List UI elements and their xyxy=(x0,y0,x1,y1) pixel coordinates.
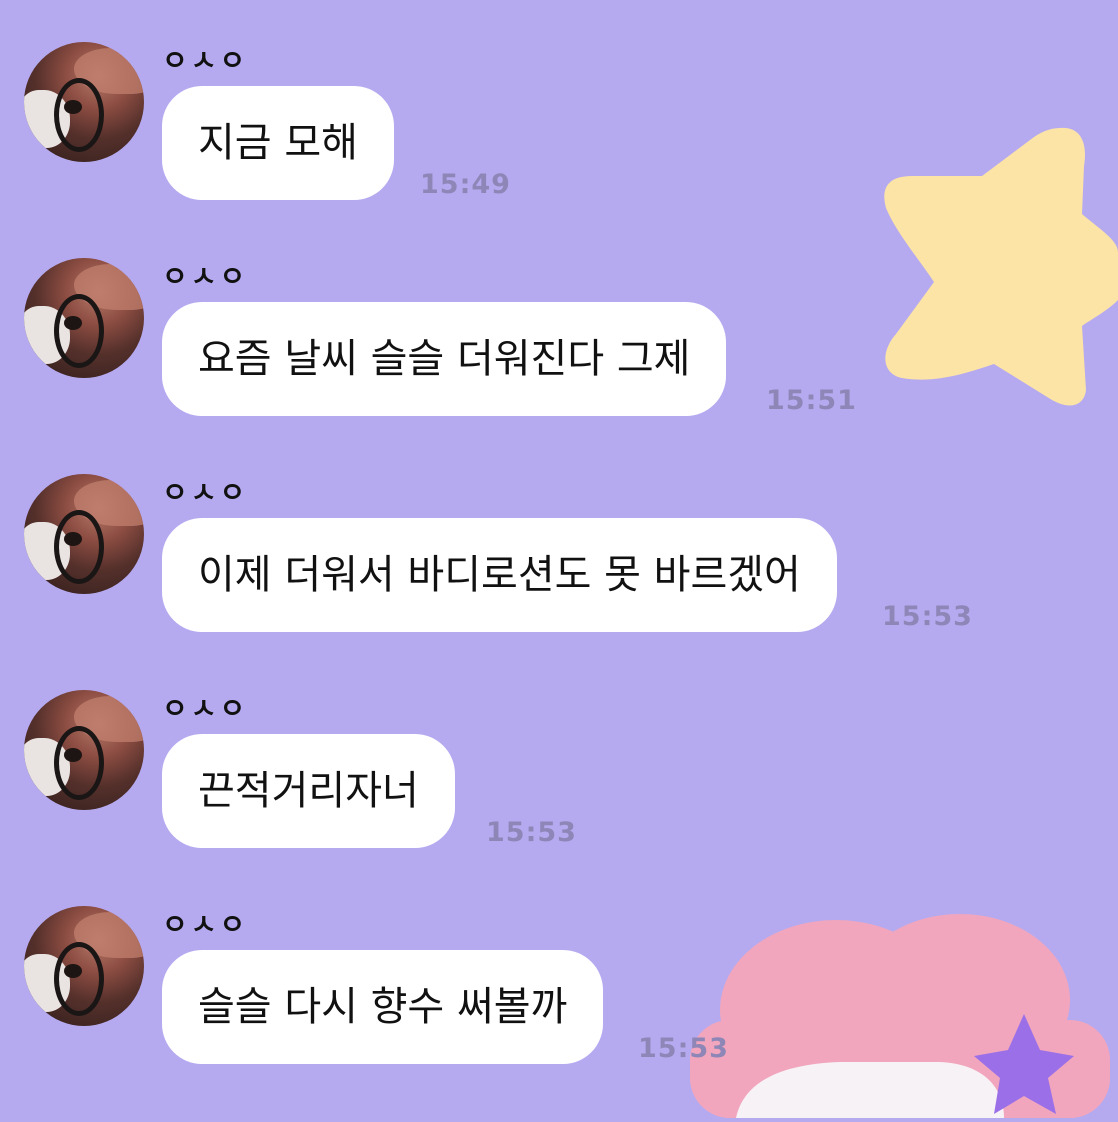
sender-avatar[interactable] xyxy=(24,906,144,1026)
sender-name: ㅇㅅㅇ xyxy=(162,476,249,509)
message-bubble[interactable]: 슬슬 다시 향수 써볼까 xyxy=(162,950,604,1064)
message-time: 15:49 xyxy=(420,169,511,200)
sender-avatar[interactable] xyxy=(24,474,144,594)
message-time: 15:53 xyxy=(882,601,973,632)
chat-message-list[interactable]: ㅇㅅㅇ 지금 모해 15:49 ㅇㅅㅇ 요즘 날씨 슬슬 더워진다 그제 15:… xyxy=(0,0,1118,1118)
message-row: ㅇㅅㅇ 슬슬 다시 향수 써볼까 15:53 xyxy=(0,906,1118,1122)
message-row: ㅇㅅㅇ 이제 더워서 바디로션도 못 바르겠어 15:53 xyxy=(0,474,1118,690)
message-row: ㅇㅅㅇ 끈적거리자너 15:53 xyxy=(0,690,1118,906)
message-bubble[interactable]: 이제 더워서 바디로션도 못 바르겠어 xyxy=(162,518,837,632)
message-row: ㅇㅅㅇ 요즘 날씨 슬슬 더워진다 그제 15:51 xyxy=(0,258,1118,474)
message-row: ㅇㅅㅇ 지금 모해 15:49 xyxy=(0,42,1118,258)
message-bubble[interactable]: 요즘 날씨 슬슬 더워진다 그제 xyxy=(162,302,727,416)
sender-avatar[interactable] xyxy=(24,690,144,810)
sender-name: ㅇㅅㅇ xyxy=(162,692,249,725)
sender-avatar[interactable] xyxy=(24,42,144,162)
sender-name: ㅇㅅㅇ xyxy=(162,260,249,293)
message-time: 15:51 xyxy=(766,385,857,416)
message-time: 15:53 xyxy=(486,817,577,848)
message-bubble[interactable]: 지금 모해 xyxy=(162,86,394,200)
sender-avatar[interactable] xyxy=(24,258,144,378)
message-time: 15:53 xyxy=(638,1033,729,1064)
sender-name: ㅇㅅㅇ xyxy=(162,44,249,77)
sender-name: ㅇㅅㅇ xyxy=(162,908,249,941)
message-bubble[interactable]: 끈적거리자너 xyxy=(162,734,455,848)
